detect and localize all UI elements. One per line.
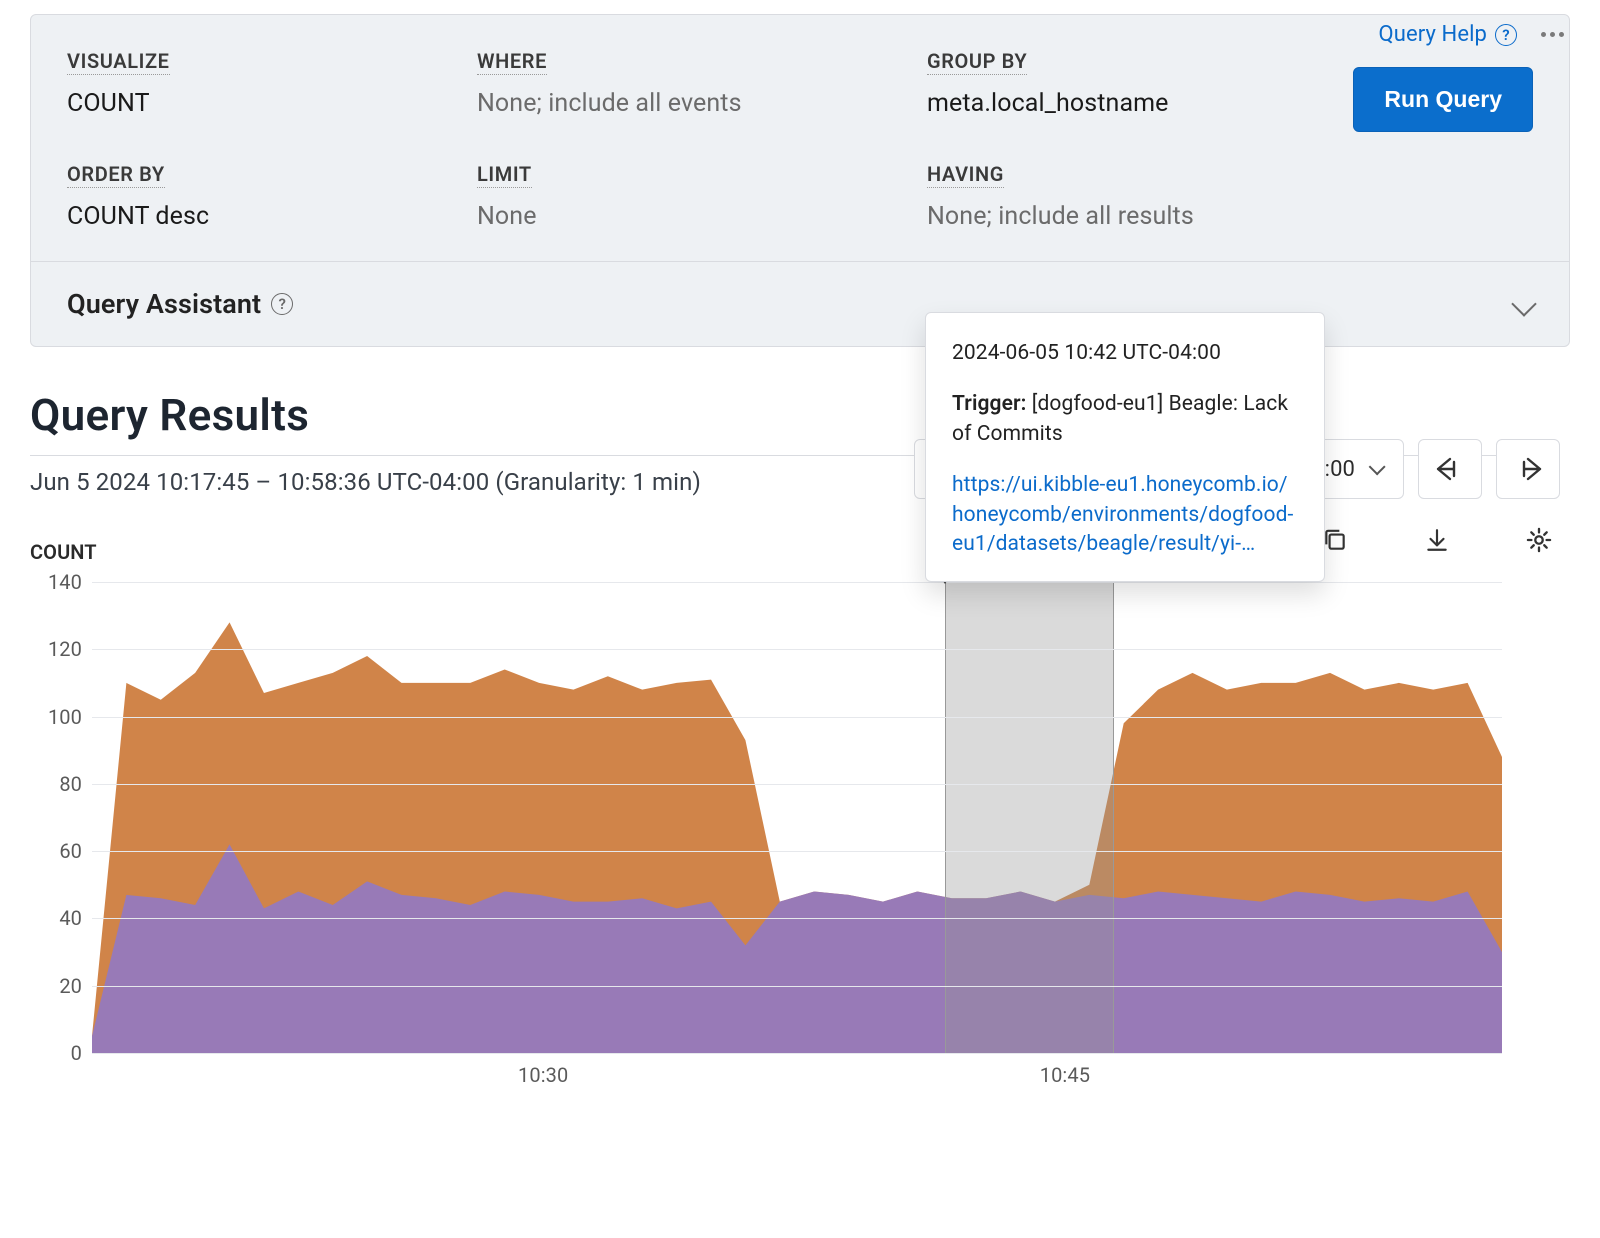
chart-gridline <box>92 582 1502 583</box>
orderby-field[interactable]: ORDER BY COUNT desc <box>67 162 467 231</box>
orderby-label: ORDER BY <box>67 162 165 188</box>
query-assistant-toggle[interactable]: Query Assistant ? <box>31 261 1569 346</box>
arrow-left-icon <box>1436 457 1464 481</box>
chart-gridline <box>92 717 1502 718</box>
tooltip-link[interactable]: https://ui.kibble-eu1.honeycomb.io/honey… <box>952 471 1298 559</box>
chart-ytick: 140 <box>30 570 82 594</box>
where-field[interactable]: WHERE None; include all events <box>477 49 917 118</box>
having-label: HAVING <box>927 162 1004 188</box>
chart-ytick: 0 <box>30 1041 82 1065</box>
chart-ytick: 100 <box>30 705 82 729</box>
orderby-value: COUNT desc <box>67 202 467 231</box>
limit-label: LIMIT <box>477 162 532 188</box>
visualize-label: VISUALIZE <box>67 49 170 75</box>
visualize-field[interactable]: VISUALIZE COUNT <box>67 49 467 118</box>
chart-series-purple <box>92 582 1502 1053</box>
run-query-button[interactable]: Run Query <box>1353 67 1533 132</box>
where-value: None; include all events <box>477 89 917 118</box>
groupby-label: GROUP BY <box>927 49 1027 75</box>
tooltip-timestamp: 2024-06-05 10:42 UTC-04:00 <box>952 339 1298 368</box>
query-builder-panel: Query Help ? VISUALIZE COUNT WHERE None;… <box>30 14 1570 347</box>
chart-ytick: 60 <box>30 839 82 863</box>
chart-gridline <box>92 1053 1502 1054</box>
tooltip-trigger-label: Trigger: <box>952 392 1026 416</box>
gear-icon <box>1525 526 1553 554</box>
tooltip-trigger: Trigger: [dogfood-eu1] Beagle: Lack of C… <box>952 390 1298 449</box>
next-time-button[interactable] <box>1496 439 1560 499</box>
settings-button[interactable] <box>1518 519 1560 561</box>
chart-gridline <box>92 649 1502 650</box>
chart-ytick: 40 <box>30 906 82 930</box>
groupby-value: meta.local_hostname <box>927 89 1313 118</box>
chart-gridline <box>92 918 1502 919</box>
limit-field[interactable]: LIMIT None <box>477 162 917 231</box>
where-label: WHERE <box>477 49 547 75</box>
chart-xtick: 10:30 <box>518 1063 568 1087</box>
chart-ytick: 120 <box>30 637 82 661</box>
visualize-value: COUNT <box>67 89 467 118</box>
chart-tooltip: 2024-06-05 10:42 UTC-04:00 Trigger: [dog… <box>925 312 1325 582</box>
chart-ytick: 80 <box>30 772 82 796</box>
limit-value: None <box>477 202 917 231</box>
chart-highlight-region <box>945 582 1114 1053</box>
query-assistant-label: Query Assistant <box>67 288 261 320</box>
having-value: None; include all results <box>927 202 1313 231</box>
chevron-down-icon <box>1369 458 1386 475</box>
chart-gridline <box>92 986 1502 987</box>
chevron-down-icon <box>1511 291 1536 316</box>
chart-ytick: 20 <box>30 974 82 998</box>
chart[interactable]: COUNT 02040608010012014010:3010:45 <box>30 540 1502 1054</box>
chart-xtick: 10:45 <box>1040 1063 1090 1087</box>
help-icon: ? <box>271 293 293 315</box>
results-title: Query Results <box>30 389 1600 441</box>
groupby-field[interactable]: GROUP BY meta.local_hostname <box>927 49 1313 118</box>
having-field[interactable]: HAVING None; include all results <box>927 162 1313 231</box>
chart-gridline <box>92 784 1502 785</box>
arrow-right-icon <box>1514 457 1542 481</box>
prev-time-button[interactable] <box>1418 439 1482 499</box>
query-results-section: Query Results Jun 5 10:17:45 - Jun 5 10:… <box>30 389 1600 1054</box>
chart-gridline <box>92 851 1502 852</box>
